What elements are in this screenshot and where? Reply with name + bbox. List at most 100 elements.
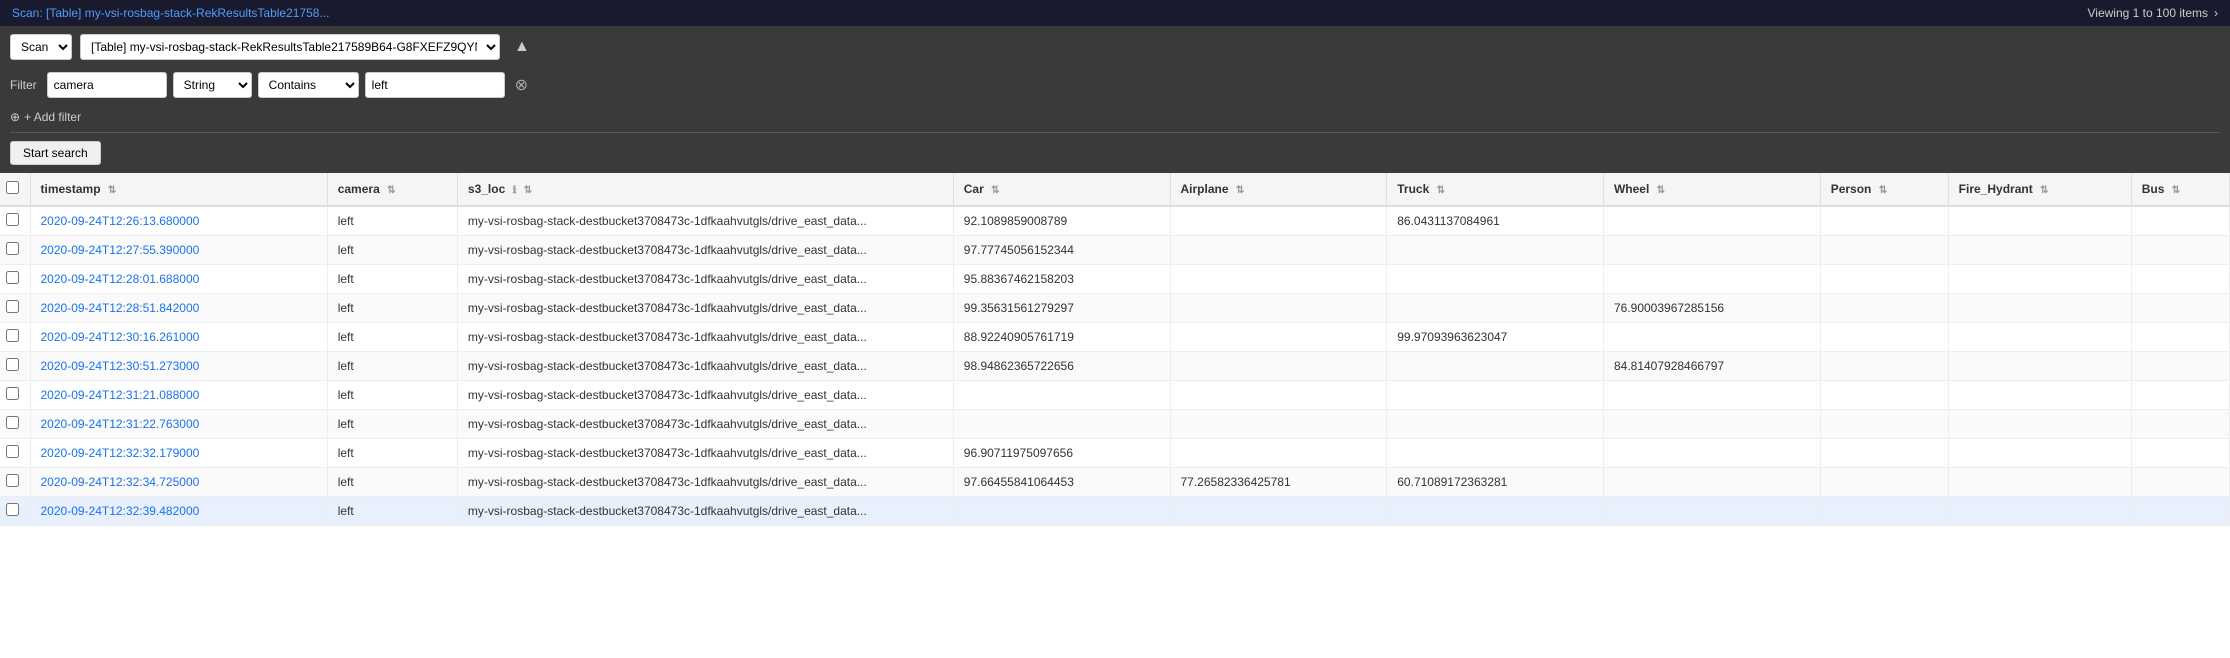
col-header-car[interactable]: Car ⇅ [953, 173, 1170, 206]
row-checkbox[interactable] [6, 242, 19, 255]
col-header-bus[interactable]: Bus ⇅ [2131, 173, 2229, 206]
collapse-button[interactable]: ▲ [508, 36, 536, 58]
row-checkbox[interactable] [6, 503, 19, 516]
table-row: 2020-09-24T12:28:01.688000leftmy-vsi-ros… [0, 265, 2230, 294]
cell-car: 99.35631561279297 [953, 294, 1170, 323]
cell-timestamp[interactable]: 2020-09-24T12:28:01.688000 [30, 265, 327, 294]
add-filter-button[interactable]: ⊕ + Add filter [10, 110, 81, 124]
cell-timestamp[interactable]: 2020-09-24T12:28:51.842000 [30, 294, 327, 323]
cell-camera: left [327, 410, 457, 439]
row-checkbox-cell[interactable] [0, 236, 30, 265]
cell-fire-hydrant [1948, 352, 2131, 381]
row-checkbox-cell[interactable] [0, 352, 30, 381]
cell-car [953, 381, 1170, 410]
cell-airplane [1170, 265, 1387, 294]
timestamp-link[interactable]: 2020-09-24T12:27:55.390000 [41, 243, 200, 257]
col-header-truck[interactable]: Truck ⇅ [1387, 173, 1604, 206]
scan-type-select[interactable]: Scan [10, 34, 72, 60]
cell-fire-hydrant [1948, 265, 2131, 294]
row-checkbox[interactable] [6, 387, 19, 400]
cell-wheel [1603, 265, 1820, 294]
cell-timestamp[interactable]: 2020-09-24T12:31:21.088000 [30, 381, 327, 410]
filter-type-select[interactable]: String Number Boolean [173, 72, 252, 98]
row-checkbox-cell[interactable] [0, 265, 30, 294]
timestamp-link[interactable]: 2020-09-24T12:31:22.763000 [41, 417, 200, 431]
filter-field-input[interactable] [47, 72, 167, 98]
timestamp-link[interactable]: 2020-09-24T12:32:34.725000 [41, 475, 200, 489]
cell-wheel [1603, 206, 1820, 236]
cell-timestamp[interactable]: 2020-09-24T12:31:22.763000 [30, 410, 327, 439]
row-checkbox-cell[interactable] [0, 439, 30, 468]
cell-s3loc: my-vsi-rosbag-stack-destbucket3708473c-1… [457, 497, 953, 526]
toolbar: Scan [Table] my-vsi-rosbag-stack-RekResu… [0, 26, 2230, 68]
filter-clear-button[interactable]: ⊗ [511, 75, 532, 95]
timestamp-link[interactable]: 2020-09-24T12:32:32.179000 [41, 446, 200, 460]
cell-timestamp[interactable]: 2020-09-24T12:30:51.273000 [30, 352, 327, 381]
row-checkbox[interactable] [6, 474, 19, 487]
timestamp-link[interactable]: 2020-09-24T12:30:51.273000 [41, 359, 200, 373]
select-all-checkbox-header[interactable] [0, 173, 30, 206]
col-header-timestamp[interactable]: timestamp ⇅ [30, 173, 327, 206]
table-row: 2020-09-24T12:30:51.273000leftmy-vsi-ros… [0, 352, 2230, 381]
row-checkbox-cell[interactable] [0, 294, 30, 323]
cell-wheel: 84.81407928466797 [1603, 352, 1820, 381]
row-checkbox[interactable] [6, 445, 19, 458]
timestamp-link[interactable]: 2020-09-24T12:30:16.261000 [41, 330, 200, 344]
row-checkbox[interactable] [6, 213, 19, 226]
cell-timestamp[interactable]: 2020-09-24T12:30:16.261000 [30, 323, 327, 352]
cell-timestamp[interactable]: 2020-09-24T12:26:13.680000 [30, 206, 327, 236]
timestamp-link[interactable]: 2020-09-24T12:26:13.680000 [41, 214, 200, 228]
timestamp-link[interactable]: 2020-09-24T12:32:39.482000 [41, 504, 200, 518]
cell-person [1820, 323, 1948, 352]
row-checkbox[interactable] [6, 271, 19, 284]
cell-car: 98.94862365722656 [953, 352, 1170, 381]
timestamp-link[interactable]: 2020-09-24T12:28:01.688000 [41, 272, 200, 286]
select-all-checkbox[interactable] [6, 181, 19, 194]
table-row: 2020-09-24T12:32:39.482000leftmy-vsi-ros… [0, 497, 2230, 526]
cell-airplane [1170, 497, 1387, 526]
row-checkbox[interactable] [6, 416, 19, 429]
cell-airplane [1170, 410, 1387, 439]
row-checkbox-cell[interactable] [0, 381, 30, 410]
cell-fire-hydrant [1948, 410, 2131, 439]
row-checkbox-cell[interactable] [0, 497, 30, 526]
cell-airplane: 77.26582336425781 [1170, 468, 1387, 497]
row-checkbox[interactable] [6, 358, 19, 371]
cell-airplane [1170, 236, 1387, 265]
cell-bus [2131, 265, 2229, 294]
row-checkbox[interactable] [6, 329, 19, 342]
cell-camera: left [327, 381, 457, 410]
col-header-s3loc[interactable]: s3_loc ℹ ⇅ [457, 173, 953, 206]
next-chevron-icon[interactable]: › [2214, 6, 2218, 20]
col-header-fire-hydrant[interactable]: Fire_Hydrant ⇅ [1948, 173, 2131, 206]
cell-s3loc: my-vsi-rosbag-stack-destbucket3708473c-1… [457, 468, 953, 497]
title-bar: Scan: [Table] my-vsi-rosbag-stack-RekRes… [0, 0, 2230, 26]
row-checkbox[interactable] [6, 300, 19, 313]
sort-icon-wheel: ⇅ [1657, 185, 1665, 196]
cell-timestamp[interactable]: 2020-09-24T12:32:32.179000 [30, 439, 327, 468]
col-header-wheel[interactable]: Wheel ⇅ [1603, 173, 1820, 206]
cell-airplane [1170, 206, 1387, 236]
cell-timestamp[interactable]: 2020-09-24T12:32:34.725000 [30, 468, 327, 497]
row-checkbox-cell[interactable] [0, 323, 30, 352]
timestamp-link[interactable]: 2020-09-24T12:28:51.842000 [41, 301, 200, 315]
sort-icon-timestamp: ⇅ [108, 185, 116, 196]
cell-person [1820, 236, 1948, 265]
col-header-person[interactable]: Person ⇅ [1820, 173, 1948, 206]
filter-value-input[interactable] [365, 72, 505, 98]
cell-timestamp[interactable]: 2020-09-24T12:32:39.482000 [30, 497, 327, 526]
col-header-airplane[interactable]: Airplane ⇅ [1170, 173, 1387, 206]
row-checkbox-cell[interactable] [0, 468, 30, 497]
table-select[interactable]: [Table] my-vsi-rosbag-stack-RekResultsTa… [80, 34, 500, 60]
timestamp-link[interactable]: 2020-09-24T12:31:21.088000 [41, 388, 200, 402]
cell-timestamp[interactable]: 2020-09-24T12:27:55.390000 [30, 236, 327, 265]
row-checkbox-cell[interactable] [0, 410, 30, 439]
cell-person [1820, 381, 1948, 410]
start-search-button[interactable]: Start search [10, 141, 101, 165]
row-checkbox-cell[interactable] [0, 206, 30, 236]
cell-fire-hydrant [1948, 381, 2131, 410]
col-header-camera[interactable]: camera ⇅ [327, 173, 457, 206]
filter-condition-select[interactable]: Contains Equals Begins with Between Not … [258, 72, 359, 98]
info-icon-s3loc[interactable]: ℹ [513, 185, 517, 196]
cell-car: 97.77745056152344 [953, 236, 1170, 265]
